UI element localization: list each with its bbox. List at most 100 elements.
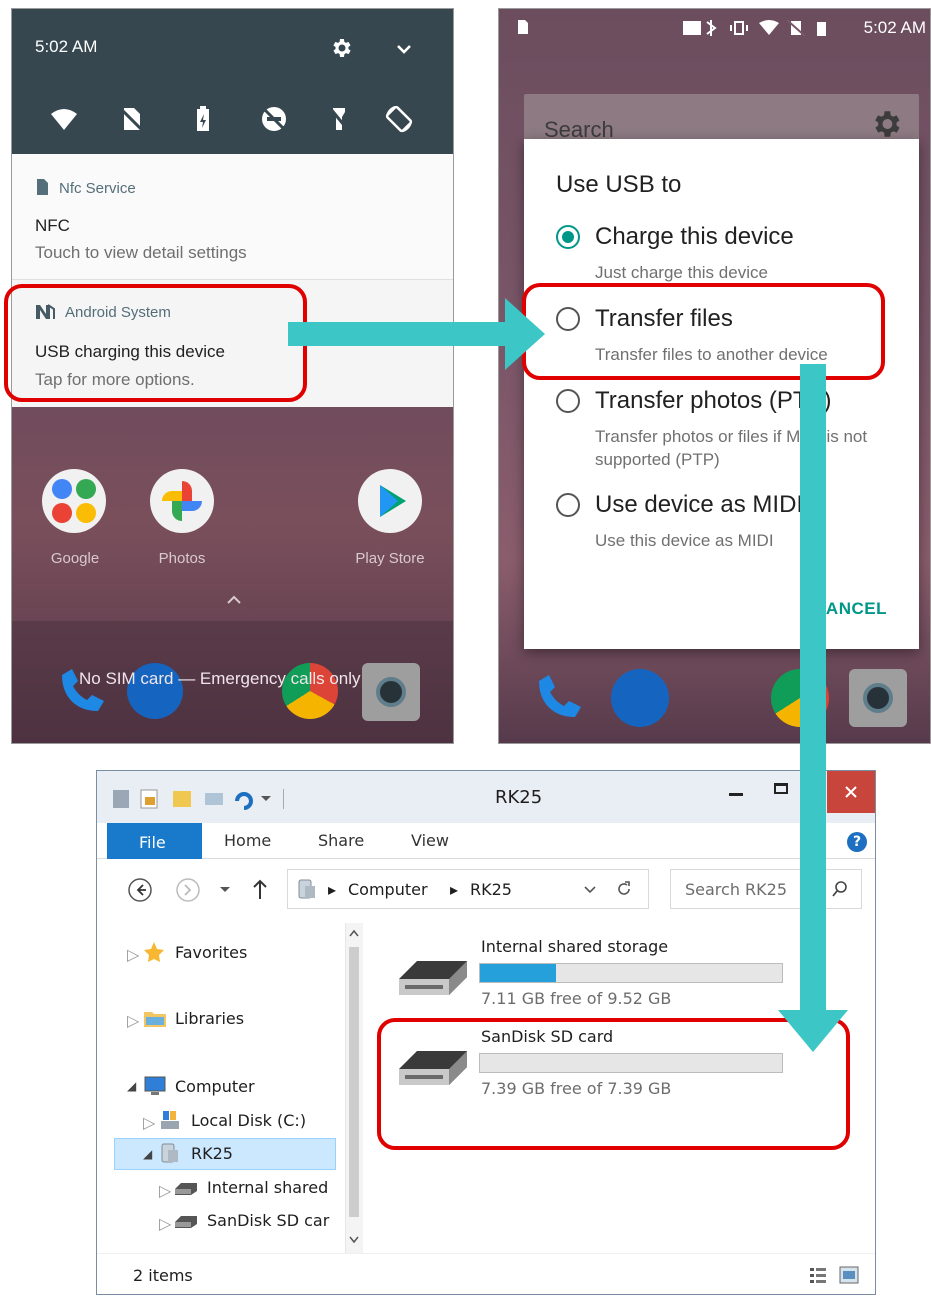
wifi-tile-icon[interactable] (49, 104, 79, 134)
expand-arrow-icon[interactable]: ▷ (159, 1181, 171, 1200)
option-transfer-photos-label[interactable]: Transfer photos (PTP) (595, 387, 832, 415)
address-bar[interactable]: ▸ Computer ▸ RK25 (287, 869, 649, 909)
drive-name: Internal shared storage (481, 937, 669, 956)
status-time: 5:02 AM (35, 37, 98, 56)
play-store-app-icon[interactable] (358, 469, 422, 533)
sim-status-text: No SIM card — Emergency calls only (79, 669, 361, 688)
notification-app-header: Nfc Service (35, 178, 136, 197)
breadcrumb-separator: ▸ (328, 880, 337, 899)
google-app-icon[interactable] (42, 469, 106, 533)
option-charge-label[interactable]: Charge this device (595, 223, 794, 251)
highlight-sd-card (377, 1018, 850, 1150)
expand-arrow-icon[interactable]: ▷ (159, 1214, 171, 1233)
large-icons-view-icon[interactable] (839, 1266, 859, 1284)
notification-subtitle: Touch to view detail settings (35, 243, 247, 262)
help-button[interactable]: ? (847, 832, 867, 852)
option-midi-subtitle: Use this device as MIDI (595, 531, 774, 550)
nfc-notification[interactable]: Nfc Service NFC Touch to view detail set… (12, 154, 453, 280)
breadcrumb-separator: ▸ (450, 880, 459, 899)
chevron-up-icon[interactable] (225, 591, 243, 609)
dialog-title: Use USB to (556, 171, 682, 198)
close-icon (845, 786, 857, 798)
drive-usage-fill (480, 964, 556, 982)
recent-locations-dropdown-icon[interactable] (219, 885, 231, 895)
messages-dock-icon[interactable] (611, 669, 669, 727)
notification-title: NFC (35, 216, 70, 235)
option-transfer-photos-subtitle: Transfer photos or files if MTP is not s… (595, 427, 868, 469)
back-arrow-icon[interactable] (127, 877, 153, 903)
nav-item-rk25[interactable]: RK25 (191, 1144, 233, 1163)
nav-item-favorites[interactable]: Favorites (175, 943, 247, 962)
auto-rotate-tile-icon[interactable] (384, 104, 414, 134)
scrollbar-thumb[interactable] (349, 947, 359, 1217)
tab-share[interactable]: Share (318, 831, 364, 850)
radio-transfer-photos[interactable] (556, 389, 580, 413)
title-bar: RK25 (97, 771, 875, 823)
library-folder-icon (144, 1012, 166, 1027)
device-icon (298, 879, 315, 899)
nav-item-internal-shared[interactable]: Internal shared (207, 1178, 328, 1197)
nav-item-local-disk[interactable]: Local Disk (C:) (191, 1111, 306, 1130)
navigation-scrollbar[interactable] (345, 923, 363, 1253)
highlight-usb-notification (4, 284, 307, 402)
search-box[interactable]: Search RK25 (670, 869, 862, 909)
drive-free-space: 7.11 GB free of 9.52 GB (481, 989, 672, 1008)
camera-dock-icon[interactable] (849, 669, 907, 727)
expand-arrow-icon[interactable]: ▷ (127, 945, 139, 964)
option-midi-label[interactable]: Use device as MIDI (595, 491, 803, 519)
option-charge-subtitle: Just charge this device (595, 263, 768, 282)
drive-usage-bar (479, 963, 783, 983)
device-icon (161, 1143, 178, 1163)
search-icon[interactable] (831, 880, 849, 898)
phone-dock-icon[interactable] (529, 667, 589, 727)
ribbon-tabs: File Home Share View ? (97, 823, 875, 859)
search-placeholder: Search RK25 (685, 880, 788, 899)
flashlight-tile-icon[interactable] (324, 104, 354, 134)
forward-arrow-icon[interactable] (175, 877, 201, 903)
no-sim-tile-icon[interactable] (116, 104, 146, 134)
cancel-button[interactable]: CANCEL (813, 599, 887, 619)
minimize-button[interactable] (717, 771, 757, 813)
quick-access-toolbar-icons[interactable] (111, 787, 311, 811)
status-bar: 2 items (97, 1253, 875, 1295)
google-app-label: Google (50, 550, 100, 567)
scroll-down-icon[interactable] (349, 1236, 359, 1244)
tab-view[interactable]: View (411, 831, 449, 850)
details-view-icon[interactable] (809, 1266, 827, 1284)
local-disk-icon (161, 1111, 179, 1129)
do-not-disturb-off-tile-icon[interactable] (259, 104, 289, 134)
collapse-arrow-icon[interactable]: ◢ (143, 1147, 152, 1161)
computer-icon (144, 1076, 166, 1095)
camera-dock-icon[interactable] (362, 663, 420, 721)
settings-gear-icon[interactable] (869, 107, 903, 141)
nav-item-sd-card[interactable]: SanDisk SD car (207, 1211, 329, 1230)
collapse-arrow-icon[interactable]: ◢ (127, 1079, 136, 1093)
close-button[interactable] (827, 771, 875, 813)
photos-app-icon[interactable] (150, 469, 214, 533)
quick-settings-panel: 5:02 AM (12, 9, 453, 154)
navigation-pane: ▷ Favorites ▷ Libraries ◢ Computer ▷ Loc… (97, 923, 365, 1253)
address-dropdown-icon[interactable] (584, 885, 596, 895)
battery-tile-icon[interactable] (188, 104, 218, 134)
radio-charge-device[interactable] (556, 225, 580, 249)
chevron-down-icon[interactable] (394, 39, 414, 59)
refresh-icon[interactable] (615, 880, 633, 898)
breadcrumb-rk25[interactable]: RK25 (470, 880, 512, 899)
up-arrow-icon[interactable] (251, 879, 269, 901)
play-store-app-label: Play Store (355, 550, 425, 567)
status-bar: 5:02 AM (499, 9, 930, 45)
tab-home[interactable]: Home (224, 831, 271, 850)
drive-icon (175, 1183, 197, 1195)
item-count: 2 items (133, 1266, 193, 1285)
nav-item-computer[interactable]: Computer (175, 1077, 255, 1096)
breadcrumb-computer[interactable]: Computer (348, 880, 428, 899)
chrome-dock-icon[interactable] (771, 669, 829, 727)
settings-gear-icon[interactable] (329, 36, 353, 60)
nav-item-libraries[interactable]: Libraries (175, 1009, 244, 1028)
expand-arrow-icon[interactable]: ▷ (143, 1113, 155, 1132)
scroll-up-icon[interactable] (349, 929, 359, 937)
tab-file[interactable]: File (107, 823, 202, 859)
radio-use-midi[interactable] (556, 493, 580, 517)
maximize-button[interactable] (762, 771, 802, 813)
expand-arrow-icon[interactable]: ▷ (127, 1011, 139, 1030)
